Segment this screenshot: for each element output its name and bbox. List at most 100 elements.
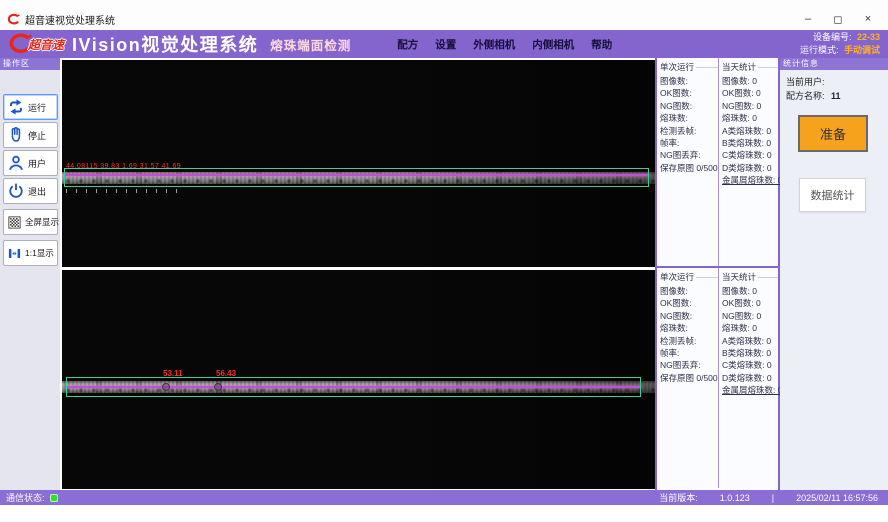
stat-row: 图像数: 0 — [722, 285, 778, 297]
stat-row: A类熔珠数: 0 — [722, 335, 778, 347]
stat-row: 金属屑熔珠数: 0 — [722, 384, 778, 396]
current-user-label: 当前用户: — [786, 77, 825, 87]
today-stats-panel: 当天统计 图像数: 0OK图数: 0NG图数: 0熔珠数: 0A类熔珠数: 0B… — [719, 58, 778, 266]
user-icon — [7, 154, 25, 172]
fullscreen-dither-icon — [7, 215, 22, 230]
stat-row: OK图数: — [660, 297, 718, 309]
fullscreen-button[interactable]: 全屏显示 — [3, 209, 58, 235]
stop-button[interactable]: 停止 — [3, 122, 58, 148]
defect-marker — [162, 383, 170, 391]
statistics-columns: 单次运行 图像数:OK图数:NG图数:熔珠数:检测丢帧:帧率:NG图丢弃:保存原… — [655, 58, 780, 490]
one-to-one-button[interactable]: 1:1显示 — [3, 240, 58, 266]
recipe-name-row: 配方名称: 11 — [786, 89, 888, 103]
defect-marker — [214, 383, 222, 391]
stat-row: 帧率: — [660, 347, 718, 359]
maximize-icon[interactable]: ◻ — [828, 13, 848, 26]
current-user-row: 当前用户: — [786, 75, 888, 89]
stat-row: 保存原图 0/500 — [660, 372, 718, 384]
stop-button-label: 停止 — [28, 129, 46, 142]
minimize-icon[interactable]: – — [798, 13, 818, 25]
ruler-ticks — [66, 189, 186, 193]
status-bar: 通信状态: 当前版本: 1.0.123 | 2025/02/11 16:57:5… — [0, 490, 888, 505]
stat-row: OK图数: — [660, 87, 718, 99]
app-subtitle: 熔珠端面检测 — [270, 35, 351, 54]
today-stats-rows: 图像数: 0OK图数: 0NG图数: 0熔珠数: 0A类熔珠数: 0B类熔珠数:… — [722, 285, 778, 397]
brand-name: 超音速 — [28, 36, 64, 53]
run-mode-label: 运行模式: — [800, 45, 839, 55]
stat-row: OK图数: 0 — [722, 297, 778, 309]
today-stats-rows: 图像数: 0OK图数: 0NG图数: 0熔珠数: 0A类熔珠数: 0B类熔珠数:… — [722, 75, 778, 187]
run-button[interactable]: 运行 — [3, 94, 58, 120]
device-number-row: 设备编号: 22-33 — [800, 31, 880, 44]
single-run-rows: 图像数:OK图数:NG图数:熔珠数:检测丢帧:帧率:NG图丢弃:保存原图 0/5… — [660, 285, 718, 384]
stat-row: B类熔珠数: 0 — [722, 347, 778, 359]
app-logo-icon — [6, 13, 20, 26]
stat-row: D类熔珠数: 0 — [722, 372, 778, 384]
stat-row: NG图丢弃: — [660, 359, 718, 371]
stat-row: 熔珠数: 0 — [722, 322, 778, 334]
title-bar: 超音速视觉处理系统 – ◻ × — [0, 0, 888, 30]
measurement-label: 56.43 — [216, 369, 236, 378]
one-to-one-button-label: 1:1显示 — [25, 247, 54, 259]
today-stats-panel: 当天统计 图像数: 0OK图数: 0NG图数: 0熔珠数: 0A类熔珠数: 0B… — [719, 268, 778, 488]
menu-item[interactable]: 帮助 — [591, 37, 612, 52]
single-run-rows: 图像数:OK图数:NG图数:熔珠数:检测丢帧:帧率:NG图丢弃:保存原图 0/5… — [660, 75, 718, 174]
fullscreen-button-label: 全屏显示 — [25, 216, 59, 228]
exit-button[interactable]: 退出 — [3, 178, 58, 204]
run-cycle-icon — [7, 98, 25, 116]
stat-row: NG图数: 0 — [722, 310, 778, 322]
stat-row: 熔珠数: — [660, 322, 718, 334]
window-title: 超音速视觉处理系统 — [25, 12, 115, 27]
inner-camera-view: 53.11 56.43 — [62, 270, 655, 489]
detection-roi-box — [66, 377, 641, 397]
stat-row: NG图数: 0 — [722, 100, 778, 112]
stat-row: 熔珠数: — [660, 112, 718, 124]
stats-group-bottom: 单次运行 图像数:OK图数:NG图数:熔珠数:检测丢帧:帧率:NG图丢弃:保存原… — [657, 268, 778, 488]
exit-button-label: 退出 — [28, 185, 46, 198]
single-run-panel: 单次运行 图像数:OK图数:NG图数:熔珠数:检测丢帧:帧率:NG图丢弃:保存原… — [657, 268, 719, 488]
today-stats-title: 当天统计 — [722, 61, 778, 73]
data-statistics-button[interactable]: 数据统计 — [799, 178, 866, 212]
run-mode-row: 运行模式: 手动调试 — [800, 44, 880, 57]
recipe-name-label: 配方名称: — [786, 91, 825, 101]
stat-row: C类熔珠数: 0 — [722, 359, 778, 371]
menu-bar: 配方 设置 外侧相机 内侧相机 帮助 — [397, 37, 612, 52]
single-run-panel: 单次运行 图像数:OK图数:NG图数:熔珠数:检测丢帧:帧率:NG图丢弃:保存原… — [657, 58, 719, 266]
version-label: 当前版本: — [659, 491, 698, 504]
stat-row: 金属屑熔珠数: 0 — [722, 174, 778, 186]
status-separator: | — [772, 493, 774, 503]
stat-row: 熔珠数: 0 — [722, 112, 778, 124]
stat-row: 图像数: 0 — [722, 75, 778, 87]
menu-item[interactable]: 内侧相机 — [532, 37, 574, 52]
power-icon — [7, 182, 25, 200]
close-icon[interactable]: × — [858, 13, 878, 25]
measurement-label: 53.11 — [163, 369, 183, 378]
menu-item[interactable]: 设置 — [435, 37, 456, 52]
stat-row: B类熔珠数: 0 — [722, 137, 778, 149]
operation-sidebar: 操作区 运行 停止 — [0, 58, 60, 490]
device-number-value: 22-33 — [857, 32, 880, 42]
info-panel-title: 统计信息 — [780, 58, 888, 70]
prepare-button[interactable]: 准备 — [798, 115, 868, 152]
stat-row: 检测丢帧: — [660, 335, 718, 347]
stats-group-top: 单次运行 图像数:OK图数:NG图数:熔珠数:检测丢帧:帧率:NG图丢弃:保存原… — [657, 58, 778, 268]
user-button-label: 用户 — [28, 157, 46, 170]
menu-item[interactable]: 配方 — [397, 37, 418, 52]
menu-item[interactable]: 外侧相机 — [473, 37, 515, 52]
comm-status-indicator — [50, 494, 58, 502]
stat-row: 帧率: — [660, 137, 718, 149]
stat-row: 图像数: — [660, 75, 718, 87]
brand-logo: 超音速 — [6, 33, 64, 55]
app-header: 超音速 IVision视觉处理系统 熔珠端面检测 配方 设置 外侧相机 内侧相机… — [0, 30, 888, 58]
comm-status-label: 通信状态: — [6, 491, 45, 504]
recipe-name-value: 11 — [831, 91, 841, 101]
stat-row: A类熔珠数: 0 — [722, 125, 778, 137]
stat-row: C类熔珠数: 0 — [722, 149, 778, 161]
info-panel: 统计信息 当前用户: 配方名称: 11 准备 数据统计 — [780, 58, 888, 490]
run-button-label: 运行 — [28, 101, 46, 114]
device-number-label: 设备编号: — [813, 32, 852, 42]
stat-row: D类熔珠数: 0 — [722, 162, 778, 174]
outer-camera-view: 44.08115 39.83 1.69 31.57 41.69 — [62, 60, 655, 267]
app-window: 超音速视觉处理系统 – ◻ × 超音速 IVision视觉处理系统 熔珠端面检测… — [0, 0, 888, 522]
user-button[interactable]: 用户 — [3, 150, 58, 176]
